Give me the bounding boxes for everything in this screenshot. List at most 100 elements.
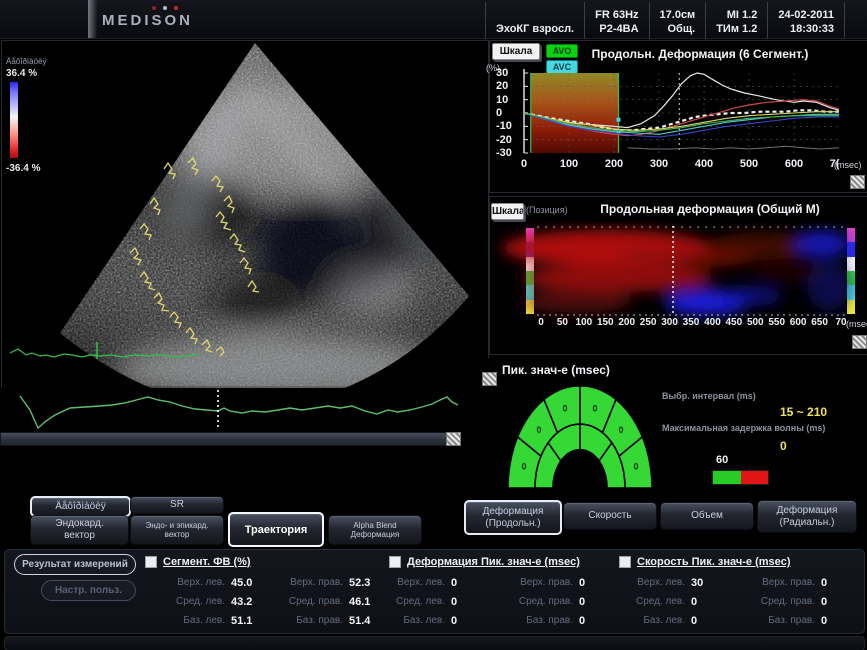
cine-scrollbar[interactable]: [0, 432, 461, 446]
mmode-heatmap: [537, 226, 845, 316]
mmode-xtick: 300: [661, 317, 678, 328]
section-checkbox[interactable]: [145, 556, 157, 568]
chart-ytick: 20: [496, 80, 518, 92]
mode-button-left-0[interactable]: Äåôîðìàöèÿ: [30, 496, 131, 517]
measure-label: Баз. лев.: [145, 615, 231, 626]
bullseye-diagram: 000000: [488, 370, 678, 494]
mode-button-right-0[interactable]: Деформация(Продольн.): [464, 500, 562, 535]
section-title: Деформация Пик. знач-е (msec): [407, 556, 580, 568]
delay-color-bar: [712, 470, 769, 485]
mmode-xtick: 70: [835, 317, 846, 328]
strain-chart-panel: Шкала AVO AVC Продольн. Деформация (6 Се…: [489, 40, 867, 193]
ultrasound-sector-image: [2, 41, 486, 386]
chart-xtick: 100: [560, 158, 578, 170]
bullseye-segment-value: 0: [634, 462, 639, 472]
measure-label: Баз. прав.: [277, 615, 349, 626]
measure-value: 0: [691, 596, 733, 608]
measurement-section: Скорость Пик. знач-е (msec)Верх. лев.30В…: [619, 553, 863, 630]
mmode-resize-icon[interactable]: [852, 335, 867, 349]
chart-scale-button[interactable]: Шкала: [492, 43, 540, 60]
mode-button-right-2[interactable]: Объем: [660, 502, 754, 530]
mode-button-left-1[interactable]: SR: [130, 496, 224, 514]
measure-label: Верх. прав.: [493, 577, 579, 588]
measurement-results-panel: Результат измерений Настр. польз. Сегмен…: [4, 549, 865, 634]
depth-mode: 17.0смОбщ.: [649, 2, 706, 38]
measurement-result-button[interactable]: Результат измерений: [14, 554, 136, 575]
mode-button-right-3[interactable]: Деформация(Радиальн.): [757, 500, 857, 533]
strain-chart-plot: [520, 67, 860, 159]
date-time: 24-02-201118:30:33: [767, 2, 845, 38]
section-title: Скорость Пик. знач-е (msec): [637, 556, 791, 568]
measure-value: 0: [451, 577, 493, 589]
measure-label: Сред. лев.: [619, 596, 691, 607]
max-delay-value: 0: [780, 439, 787, 453]
measure-label: Сред. прав.: [277, 596, 349, 607]
mmode-xtick: 250: [640, 317, 657, 328]
measure-value: 0: [821, 596, 863, 608]
measure-label: Верх. прав.: [277, 577, 349, 588]
chart-ytick: -20: [496, 134, 518, 146]
measure-label: Баз. прав.: [733, 615, 821, 626]
mmode-xtick: 50: [557, 317, 568, 328]
mode-button-left-2[interactable]: Эндокард.вектор: [30, 515, 129, 545]
mmode-xtick: 650: [811, 317, 828, 328]
delay-bar-value: 60: [716, 454, 728, 466]
measure-value: 0: [821, 577, 863, 589]
measure-value: 0: [451, 596, 493, 608]
strain-scale-min: -36.4 %: [6, 163, 40, 174]
mode-button-left-3[interactable]: Эндо- и эпикард.вектор: [130, 515, 224, 545]
measure-value: 0: [821, 615, 863, 627]
mmode-xtick: 200: [618, 317, 635, 328]
user-settings-button[interactable]: Настр. польз.: [41, 580, 136, 601]
mmode-xtick: 100: [576, 317, 593, 328]
frame-rate-probe: FR 63HzP2-4BA: [584, 2, 648, 38]
chart-ytick: -30: [496, 147, 518, 159]
chart-x-unit: (msec): [834, 160, 862, 170]
mmode-xtick: 500: [747, 317, 764, 328]
measure-label: Баз. лев.: [389, 615, 451, 626]
measure-label: Сред. прав.: [733, 596, 821, 607]
chart-ytick: 0: [496, 107, 518, 119]
mode-button-right-1[interactable]: Скорость: [563, 502, 657, 530]
interval-value: 15 ~ 210: [780, 405, 827, 419]
ecg-strip: [0, 388, 487, 432]
measure-label: Верх. лев.: [389, 577, 451, 588]
brand-logo: MEDISON: [102, 12, 193, 29]
measure-label: Баз. лев.: [619, 615, 691, 626]
measure-value: 0: [579, 596, 621, 608]
mode-button-left-5[interactable]: Alpha BlendДеформация: [328, 515, 422, 545]
chart-xtick: 0: [521, 158, 527, 170]
measure-value: 0: [451, 615, 493, 627]
measure-label: Верх. лев.: [145, 577, 231, 588]
brand-dots-icon: [152, 6, 178, 10]
logo-divider: [88, 0, 97, 38]
bullseye-segment-value: 0: [521, 462, 526, 472]
section-checkbox[interactable]: [389, 556, 401, 568]
mmode-strain-panel: Шкала (Позиция) Продольная деформация (О…: [489, 196, 867, 355]
section-checkbox[interactable]: [619, 556, 631, 568]
mmode-scale-button[interactable]: Шкала: [491, 203, 524, 220]
measure-value: 0: [691, 615, 733, 627]
measure-label: Баз. прав.: [493, 615, 579, 626]
chart-xtick: 600: [785, 158, 803, 170]
chart-xtick: 300: [650, 158, 668, 170]
chart-xtick: 400: [695, 158, 713, 170]
chart-ytick: -10: [496, 120, 518, 132]
chart-ytick: 10: [496, 94, 518, 106]
measure-value: 0: [579, 577, 621, 589]
mmode-x-unit: (msec): [846, 319, 867, 329]
measure-label: Верх. прав.: [733, 577, 821, 588]
measure-label: Сред. лев.: [389, 596, 451, 607]
measurement-section: Сегмент. ФВ (%)Верх. лев.45.0Верх. прав.…: [145, 553, 395, 630]
mode-button-left-4[interactable]: Траектория: [228, 512, 324, 547]
bullseye-segment-value: 0: [536, 425, 541, 435]
scrollbar-resize-icon[interactable]: [446, 432, 461, 446]
strain-scale-max: 36.4 %: [6, 68, 37, 79]
mmode-xtick: 150: [597, 317, 614, 328]
measure-value: 43.2: [231, 596, 277, 608]
strain-colorbar: [10, 82, 18, 158]
interval-label: Выбр. интервал (ms): [662, 391, 756, 401]
chart-resize-icon[interactable]: [850, 175, 865, 189]
mmode-position-label: (Позиция): [526, 205, 568, 215]
measure-value: 0: [579, 615, 621, 627]
